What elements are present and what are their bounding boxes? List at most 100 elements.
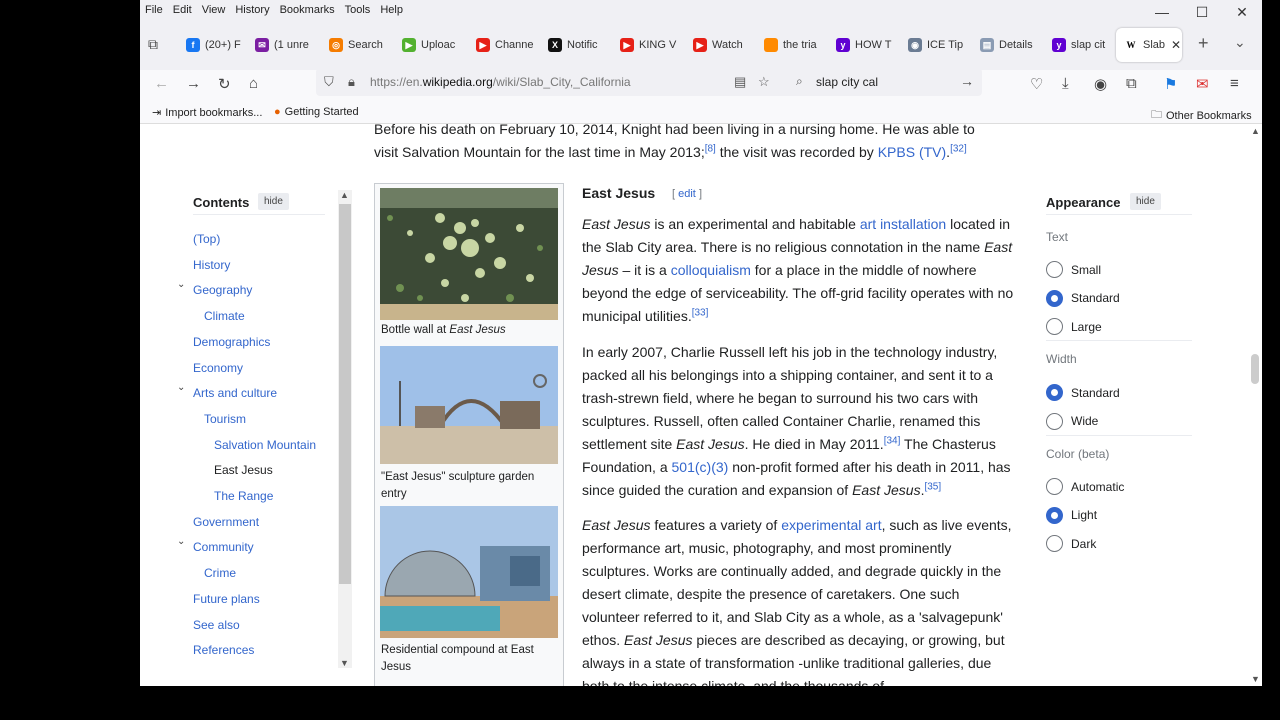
radio-text-small[interactable]: Small bbox=[1046, 261, 1101, 278]
toc-item[interactable]: See also bbox=[193, 618, 240, 632]
menu-history[interactable]: History bbox=[235, 4, 269, 16]
toc-scrollbar[interactable]: ▲ ▼ bbox=[338, 190, 352, 668]
art-installation-link[interactable]: art installation bbox=[860, 216, 946, 232]
ref-link[interactable]: [32] bbox=[950, 143, 967, 154]
toc-item[interactable]: History bbox=[193, 258, 230, 272]
tab-2[interactable]: ◎ Search bbox=[329, 34, 395, 56]
colloquialism-link[interactable]: colloquialism bbox=[671, 262, 751, 278]
other-bookmarks[interactable]: 🗀︎ Other Bookmarks bbox=[1151, 106, 1252, 125]
toc-item[interactable]: Government bbox=[193, 515, 259, 529]
toc-item[interactable]: Tourism bbox=[204, 412, 246, 426]
tab-overview-icon[interactable]: ⧉ bbox=[148, 36, 158, 53]
radio-text-large[interactable]: Large bbox=[1046, 318, 1102, 335]
ref-link[interactable]: [34] bbox=[884, 435, 901, 446]
toc-item[interactable]: Geography bbox=[193, 283, 252, 297]
bookmark-star-icon[interactable]: ☆ bbox=[758, 74, 770, 90]
close-tab-icon[interactable]: ✕ bbox=[1171, 38, 1181, 52]
kpbs-link[interactable]: KPBS (TV) bbox=[878, 144, 946, 160]
tab-4[interactable]: ▶ Channe bbox=[476, 34, 542, 56]
tab-13[interactable]: W Slab ✕ bbox=[1116, 28, 1182, 62]
tab-7[interactable]: ▶ Watch bbox=[693, 34, 759, 56]
tab-1[interactable]: ✉ (1 unre bbox=[255, 34, 321, 56]
toc-toggle-chevron-icon[interactable]: ⌄ bbox=[177, 382, 185, 393]
radio-button-icon[interactable] bbox=[1046, 412, 1063, 430]
tab-6[interactable]: ▶ KING V bbox=[620, 34, 686, 56]
megaphone-icon[interactable]: ✉ bbox=[1196, 75, 1209, 93]
back-icon[interactable]: ← bbox=[154, 75, 169, 92]
scroll-up-icon[interactable]: ▲ bbox=[340, 190, 349, 200]
getting-started-bookmark[interactable]: ● Getting Started bbox=[274, 106, 359, 118]
url-text[interactable]: https://en.wikipedia.org/wiki/Slab_City,… bbox=[370, 75, 631, 89]
tab-12[interactable]: y slap cit bbox=[1052, 34, 1118, 56]
scroll-down-icon[interactable]: ▼ bbox=[1251, 674, 1260, 684]
501c3-link[interactable]: 501(c)(3) bbox=[672, 459, 729, 475]
toc-item[interactable]: East Jesus bbox=[214, 463, 273, 477]
lock-icon[interactable]: 🔒︎ bbox=[348, 74, 355, 90]
toc-toggle-chevron-icon[interactable]: ⌄ bbox=[177, 536, 185, 547]
radio-color-dark[interactable]: Dark bbox=[1046, 535, 1096, 552]
toc-hide-button[interactable]: hide bbox=[258, 193, 289, 210]
reload-icon[interactable]: ↻ bbox=[218, 75, 231, 93]
toc-item[interactable]: Arts and culture bbox=[193, 386, 277, 400]
page-scrollbar[interactable]: ▲ ▼ bbox=[1248, 124, 1262, 686]
downloads-icon[interactable]: ⤓ bbox=[1062, 75, 1069, 92]
extensions-icon[interactable]: ⧉ bbox=[1126, 75, 1137, 92]
radio-color-automatic[interactable]: Automatic bbox=[1046, 478, 1124, 495]
toc-item[interactable]: (Top) bbox=[193, 232, 220, 246]
home-icon[interactable]: ⌂ bbox=[249, 75, 258, 92]
list-all-tabs-icon[interactable]: ⌄ bbox=[1234, 34, 1246, 51]
toc-item[interactable]: Crime bbox=[204, 566, 236, 580]
toc-item[interactable]: Demographics bbox=[193, 335, 270, 349]
scroll-down-icon[interactable]: ▼ bbox=[340, 658, 349, 668]
scroll-up-icon[interactable]: ▲ bbox=[1251, 126, 1260, 136]
radio-button-icon[interactable] bbox=[1046, 289, 1063, 307]
radio-button-icon[interactable] bbox=[1046, 318, 1063, 335]
radio-width-wide[interactable]: Wide bbox=[1046, 412, 1098, 430]
tab-3[interactable]: ▶ Uploac bbox=[402, 34, 468, 56]
search-bar[interactable]: ⌕ slap city cal → bbox=[788, 68, 982, 96]
pocket-icon[interactable]: ♡ bbox=[1030, 75, 1043, 93]
residential-compound-image[interactable] bbox=[380, 506, 558, 638]
toc-toggle-chevron-icon[interactable]: ⌄ bbox=[177, 279, 185, 290]
ref-link[interactable]: [35] bbox=[924, 481, 941, 492]
radio-width-standard[interactable]: Standard bbox=[1046, 384, 1120, 401]
toc-item[interactable]: Future plans bbox=[193, 592, 260, 606]
tracking-protection-icon[interactable]: ⛉ bbox=[324, 74, 334, 90]
app-menu-icon[interactable]: ≡ bbox=[1230, 75, 1239, 92]
tab-0[interactable]: f (20+) F bbox=[186, 34, 252, 56]
import-bookmarks[interactable]: ⇥ Import bookmarks... bbox=[152, 106, 262, 120]
toc-item[interactable]: Community bbox=[193, 540, 254, 554]
tab-11[interactable]: ▤ Details bbox=[980, 34, 1046, 56]
search-go-icon[interactable]: → bbox=[960, 73, 974, 89]
sculpture-garden-image[interactable] bbox=[380, 346, 558, 464]
ref-link[interactable]: [33] bbox=[692, 307, 709, 318]
radio-button-icon[interactable] bbox=[1046, 478, 1063, 495]
toc-scroll-thumb[interactable] bbox=[339, 204, 351, 584]
toc-item[interactable]: Economy bbox=[193, 361, 243, 375]
forward-icon[interactable]: → bbox=[186, 75, 201, 92]
notification-extension-icon[interactable]: ⚑ bbox=[1164, 75, 1177, 93]
menu-file[interactable]: File bbox=[145, 4, 163, 16]
ref-link[interactable]: [8] bbox=[705, 143, 716, 154]
tab-10[interactable]: ◉ ICE Tip bbox=[908, 34, 974, 56]
radio-button-icon[interactable] bbox=[1046, 535, 1063, 552]
menu-tools[interactable]: Tools bbox=[345, 4, 371, 16]
toc-item[interactable]: Climate bbox=[204, 309, 245, 323]
radio-text-standard[interactable]: Standard bbox=[1046, 289, 1120, 307]
menu-help[interactable]: Help bbox=[380, 4, 403, 16]
page-scroll-thumb[interactable] bbox=[1251, 354, 1259, 384]
experimental-art-link[interactable]: experimental art bbox=[781, 517, 881, 533]
radio-button-icon[interactable] bbox=[1046, 261, 1063, 278]
search-input[interactable]: slap city cal bbox=[816, 75, 878, 89]
appearance-hide-button[interactable]: hide bbox=[1130, 193, 1161, 210]
reader-view-icon[interactable]: ▤ bbox=[734, 74, 746, 90]
menu-view[interactable]: View bbox=[202, 4, 226, 16]
tab-8[interactable]: the tria bbox=[764, 34, 830, 56]
menu-bookmarks[interactable]: Bookmarks bbox=[280, 4, 335, 16]
account-icon[interactable]: ◉ bbox=[1094, 75, 1107, 93]
new-tab-icon[interactable]: + bbox=[1198, 33, 1209, 54]
radio-button-icon[interactable] bbox=[1046, 506, 1063, 524]
radio-button-icon[interactable] bbox=[1046, 384, 1063, 401]
bottle-wall-image[interactable] bbox=[380, 188, 558, 320]
tab-5[interactable]: X Notific bbox=[548, 34, 614, 56]
